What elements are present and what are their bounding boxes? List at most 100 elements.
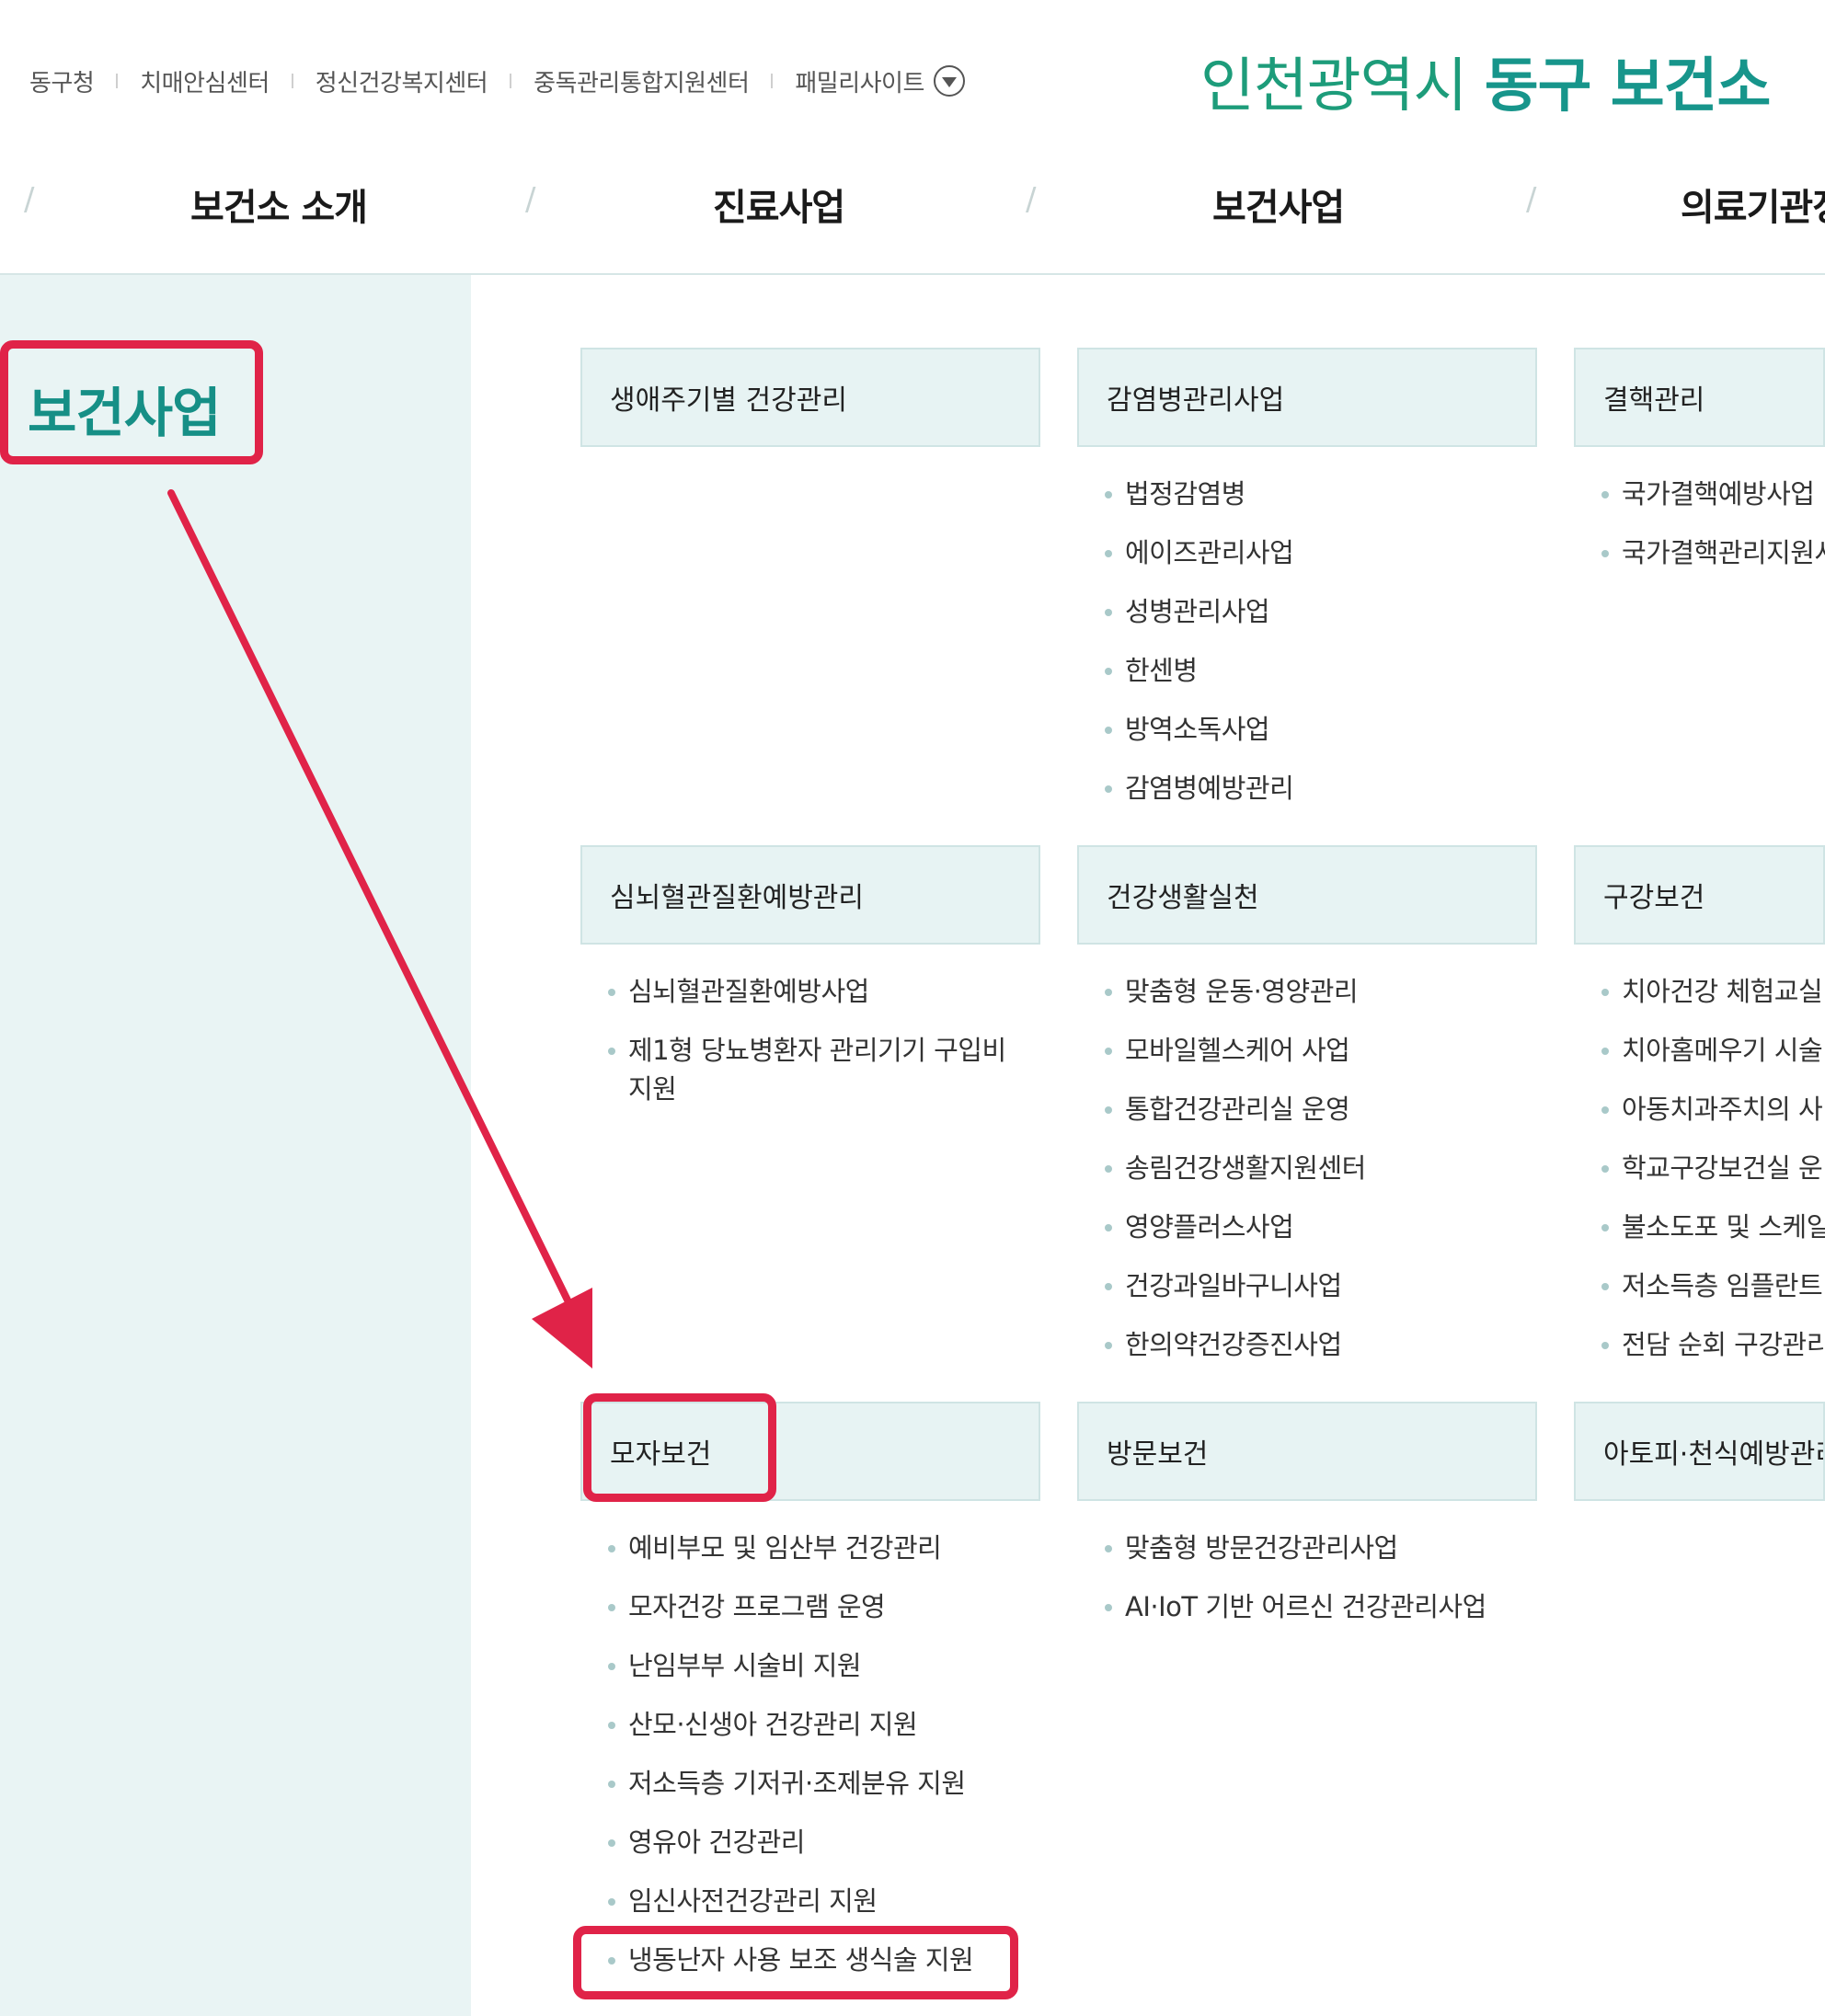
bullet-icon bbox=[1105, 668, 1112, 675]
submenu-item[interactable]: 방역소독사업 bbox=[1105, 710, 1293, 749]
menu-header-infectious-disease[interactable]: 감염병관리사업 bbox=[1077, 348, 1537, 447]
submenu-item[interactable]: 통합건강관리실 운영 bbox=[1105, 1090, 1366, 1128]
link-mental-health-center[interactable]: 정신건강복지센터 bbox=[316, 64, 488, 98]
link-dementia-center[interactable]: 치매안심센터 bbox=[140, 64, 270, 98]
submenu-item[interactable]: 예비부모 및 임산부 건강관리 bbox=[608, 1529, 973, 1567]
submenu-item[interactable]: 한센병 bbox=[1105, 651, 1293, 690]
submenu-item[interactable]: 에이즈관리사업 bbox=[1105, 533, 1294, 572]
submenu-home-visit-health: 맞춤형 방문건강관리사업 AI·IoT 기반 어르신 건강관리사업 bbox=[1105, 1529, 1486, 1646]
util-divider bbox=[771, 74, 774, 88]
submenu-item[interactable]: 맞춤형 방문건강관리사업 bbox=[1105, 1529, 1486, 1567]
nav-item-about[interactable]: 보건소 소개 bbox=[190, 178, 368, 231]
bullet-icon bbox=[1105, 1224, 1112, 1231]
sidebar-title: 보건사업 bbox=[28, 382, 221, 444]
bullet-icon bbox=[608, 1957, 615, 1964]
nav-divider: / bbox=[24, 181, 35, 218]
submenu-item[interactable]: 맞춤형 운동·영양관리 bbox=[1105, 972, 1366, 1011]
nav-divider: / bbox=[1026, 181, 1037, 218]
menu-header-healthy-living[interactable]: 건강생활실천 bbox=[1077, 845, 1537, 945]
site-logo[interactable]: 인천광역시 동구 보건소 bbox=[1200, 39, 1772, 123]
util-divider bbox=[510, 74, 512, 88]
bullet-icon bbox=[1601, 1342, 1609, 1349]
bullet-icon bbox=[1105, 1342, 1112, 1349]
nav-item-health-projects[interactable]: 보건사업 bbox=[1212, 178, 1345, 231]
submenu-item[interactable]: 학교구강보건실 운 bbox=[1601, 1149, 1825, 1187]
submenu-item[interactable]: 심뇌혈관질환예방사업 bbox=[608, 972, 1033, 1011]
submenu-item[interactable]: 전담 순회 구강관리 bbox=[1601, 1325, 1825, 1364]
bullet-icon bbox=[1601, 1048, 1609, 1055]
submenu-item[interactable]: 건강과일바구니사업 bbox=[1105, 1266, 1366, 1305]
bullet-icon bbox=[608, 1839, 615, 1847]
submenu-item[interactable]: 영유아 건강관리 bbox=[608, 1823, 973, 1861]
menu-header-lifecycle-health[interactable]: 생애주기별 건강관리 bbox=[580, 348, 1040, 447]
nav-divider: / bbox=[525, 181, 536, 218]
submenu-item[interactable]: 모바일헬스케어 사업 bbox=[1105, 1031, 1366, 1070]
menu-header-atopy-asthma[interactable]: 아토피·천식예방관리 bbox=[1574, 1402, 1825, 1501]
bullet-icon bbox=[1601, 1165, 1609, 1173]
bullet-icon bbox=[1105, 1106, 1112, 1114]
submenu-item[interactable]: 저소득층 기저귀·조제분유 지원 bbox=[608, 1764, 973, 1803]
submenu-item[interactable]: 임신사전건강관리 지원 bbox=[608, 1882, 973, 1920]
bullet-icon bbox=[608, 989, 615, 996]
submenu-item[interactable]: AI·IoT 기반 어르신 건강관리사업 bbox=[1105, 1587, 1486, 1626]
submenu-item[interactable]: 불소도포 및 스케일 bbox=[1601, 1208, 1825, 1246]
submenu-item[interactable]: 국가결핵관리지원사 bbox=[1601, 533, 1825, 572]
bullet-icon bbox=[608, 1663, 615, 1670]
family-site-dropdown[interactable]: 패밀리사이트 bbox=[795, 64, 965, 98]
bullet-icon bbox=[608, 1604, 615, 1611]
submenu-item[interactable]: 영양플러스사업 bbox=[1105, 1208, 1366, 1246]
submenu-item[interactable]: 제1형 당뇨병환자 관리기기 구입비 지원 bbox=[608, 1031, 1033, 1108]
menu-header-oral-health[interactable]: 구강보건 bbox=[1574, 845, 1825, 945]
chevron-down-circle-icon bbox=[933, 65, 965, 97]
submenu-item[interactable]: 아동치과주치의 사 bbox=[1601, 1090, 1825, 1128]
bullet-icon bbox=[1601, 1283, 1609, 1290]
submenu-item[interactable]: 산모·신생아 건강관리 지원 bbox=[608, 1705, 973, 1744]
submenu-cardio-cerebrovascular: 심뇌혈관질환예방사업 제1형 당뇨병환자 관리기기 구입비 지원 bbox=[608, 972, 1033, 1128]
bullet-icon bbox=[1105, 1545, 1112, 1552]
submenu-maternal-child-health: 예비부모 및 임산부 건강관리 모자건강 프로그램 운영 난임부부 시술비 지원… bbox=[608, 1529, 974, 1999]
menu-header-tuberculosis[interactable]: 결핵관리 bbox=[1574, 348, 1825, 447]
bullet-icon bbox=[608, 1781, 615, 1788]
submenu-item[interactable]: 한의약건강증진사업 bbox=[1105, 1325, 1366, 1364]
bullet-icon bbox=[1601, 989, 1609, 996]
main-navigation: / 보건소 소개 / 진료사업 / 보건사업 / 의료기관정 bbox=[0, 161, 1825, 275]
submenu-item[interactable]: 송림건강생활지원센터 bbox=[1105, 1149, 1366, 1187]
bullet-icon bbox=[1601, 491, 1609, 498]
nav-item-medical-institutions[interactable]: 의료기관정 bbox=[1681, 178, 1825, 231]
submenu-infectious-disease: 법정감염병 에이즈관리사업 성병관리사업 한센병 방역소독사업 감염병예방관리 bbox=[1105, 475, 1294, 828]
bullet-icon bbox=[608, 1898, 615, 1906]
bullet-icon bbox=[608, 1722, 615, 1729]
menu-header-cardio-cerebrovascular[interactable]: 심뇌혈관질환예방관리 bbox=[580, 845, 1040, 945]
submenu-item[interactable]: 법정감염병 bbox=[1105, 475, 1293, 513]
bullet-icon bbox=[1601, 550, 1609, 557]
submenu-item[interactable]: 난임부부 시술비 지원 bbox=[608, 1646, 973, 1685]
bullet-icon bbox=[1601, 1106, 1609, 1114]
bullet-icon bbox=[608, 1048, 615, 1055]
submenu-item[interactable]: 국가결핵예방사업 bbox=[1601, 475, 1825, 513]
menu-header-home-visit-health[interactable]: 방문보건 bbox=[1077, 1402, 1537, 1501]
bullet-icon bbox=[1105, 550, 1112, 557]
sidebar bbox=[0, 275, 471, 2016]
submenu-tuberculosis: 국가결핵예방사업 국가결핵관리지원사 bbox=[1601, 475, 1825, 592]
logo-text-city: 인천광역시 bbox=[1200, 52, 1467, 120]
link-donggu-office[interactable]: 동구청 bbox=[29, 64, 95, 98]
submenu-item[interactable]: 모자건강 프로그램 운영 bbox=[608, 1587, 973, 1626]
arrow-head-icon bbox=[532, 1288, 592, 1369]
family-site-label: 패밀리사이트 bbox=[795, 69, 924, 97]
submenu-item-frozen-egg-art[interactable]: 냉동난자 사용 보조 생식술 지원 bbox=[608, 1941, 974, 1979]
submenu-item[interactable]: 성병관리사업 bbox=[1105, 592, 1293, 631]
nav-divider: / bbox=[1526, 181, 1537, 218]
bullet-icon bbox=[1105, 785, 1112, 793]
submenu-item[interactable]: 감염병예방관리 bbox=[1105, 769, 1294, 808]
link-addiction-center[interactable]: 중독관리통합지원센터 bbox=[534, 64, 750, 98]
nav-item-treatment[interactable]: 진료사업 bbox=[713, 178, 845, 231]
bullet-icon bbox=[1105, 491, 1112, 498]
submenu-item[interactable]: 저소득층 임플란트 bbox=[1601, 1266, 1825, 1305]
menu-header-maternal-child-health[interactable]: 모자보건 bbox=[580, 1402, 1040, 1501]
utility-links: 동구청 치매안심센터 정신건강복지센터 중독관리통합지원센터 패밀리사이트 bbox=[29, 59, 965, 103]
bullet-icon bbox=[1105, 727, 1112, 734]
submenu-item[interactable]: 치아홈메우기 시술 bbox=[1601, 1031, 1825, 1070]
submenu-item[interactable]: 치아건강 체험교실 bbox=[1601, 972, 1825, 1011]
logo-text-center: 동구 보건소 bbox=[1484, 52, 1772, 120]
bullet-icon bbox=[1105, 609, 1112, 616]
